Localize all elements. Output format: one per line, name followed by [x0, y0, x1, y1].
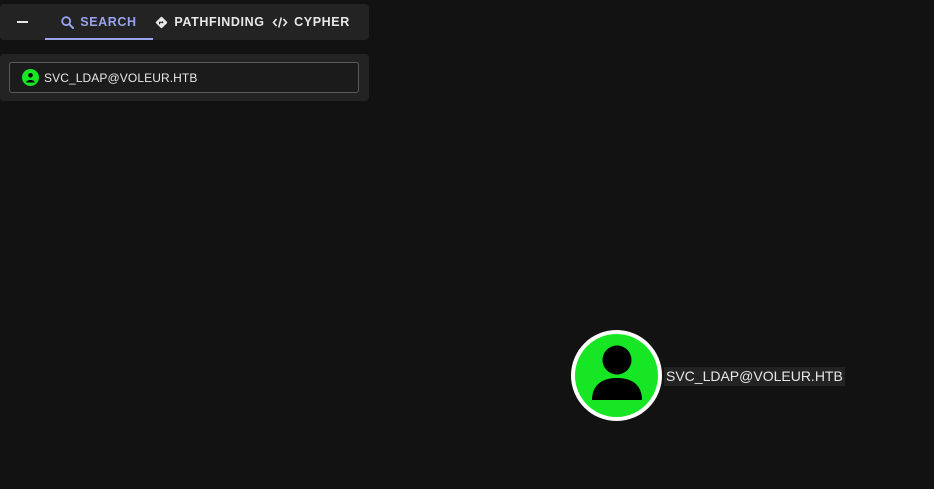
minus-icon — [17, 21, 28, 23]
route-diamond-icon — [155, 16, 168, 29]
graph-node-label: SVC_LDAP@VOLEUR.HTB — [664, 367, 845, 386]
magnifier-icon — [61, 15, 75, 29]
user-icon — [590, 343, 644, 408]
tab-pathfinding[interactable]: PATHFINDING — [153, 4, 267, 40]
collapse-panel-button[interactable] — [0, 4, 45, 40]
tab-cypher-label: CYPHER — [294, 15, 350, 29]
search-panel: SVC_LDAP@VOLEUR.HTB — [0, 54, 369, 101]
explore-tab-bar: SEARCH PATHFINDING CYPHER — [0, 4, 369, 40]
search-input[interactable]: SVC_LDAP@VOLEUR.HTB — [9, 62, 359, 93]
tab-search-label: SEARCH — [80, 15, 137, 29]
tab-search[interactable]: SEARCH — [45, 4, 153, 40]
search-input-value: SVC_LDAP@VOLEUR.HTB — [44, 70, 198, 85]
graph-node-user[interactable] — [571, 330, 662, 421]
tab-pathfinding-label: PATHFINDING — [174, 15, 265, 29]
user-icon — [22, 69, 39, 86]
tab-cypher[interactable]: CYPHER — [267, 4, 355, 40]
code-icon — [272, 16, 288, 29]
graph-node-body — [575, 334, 658, 417]
